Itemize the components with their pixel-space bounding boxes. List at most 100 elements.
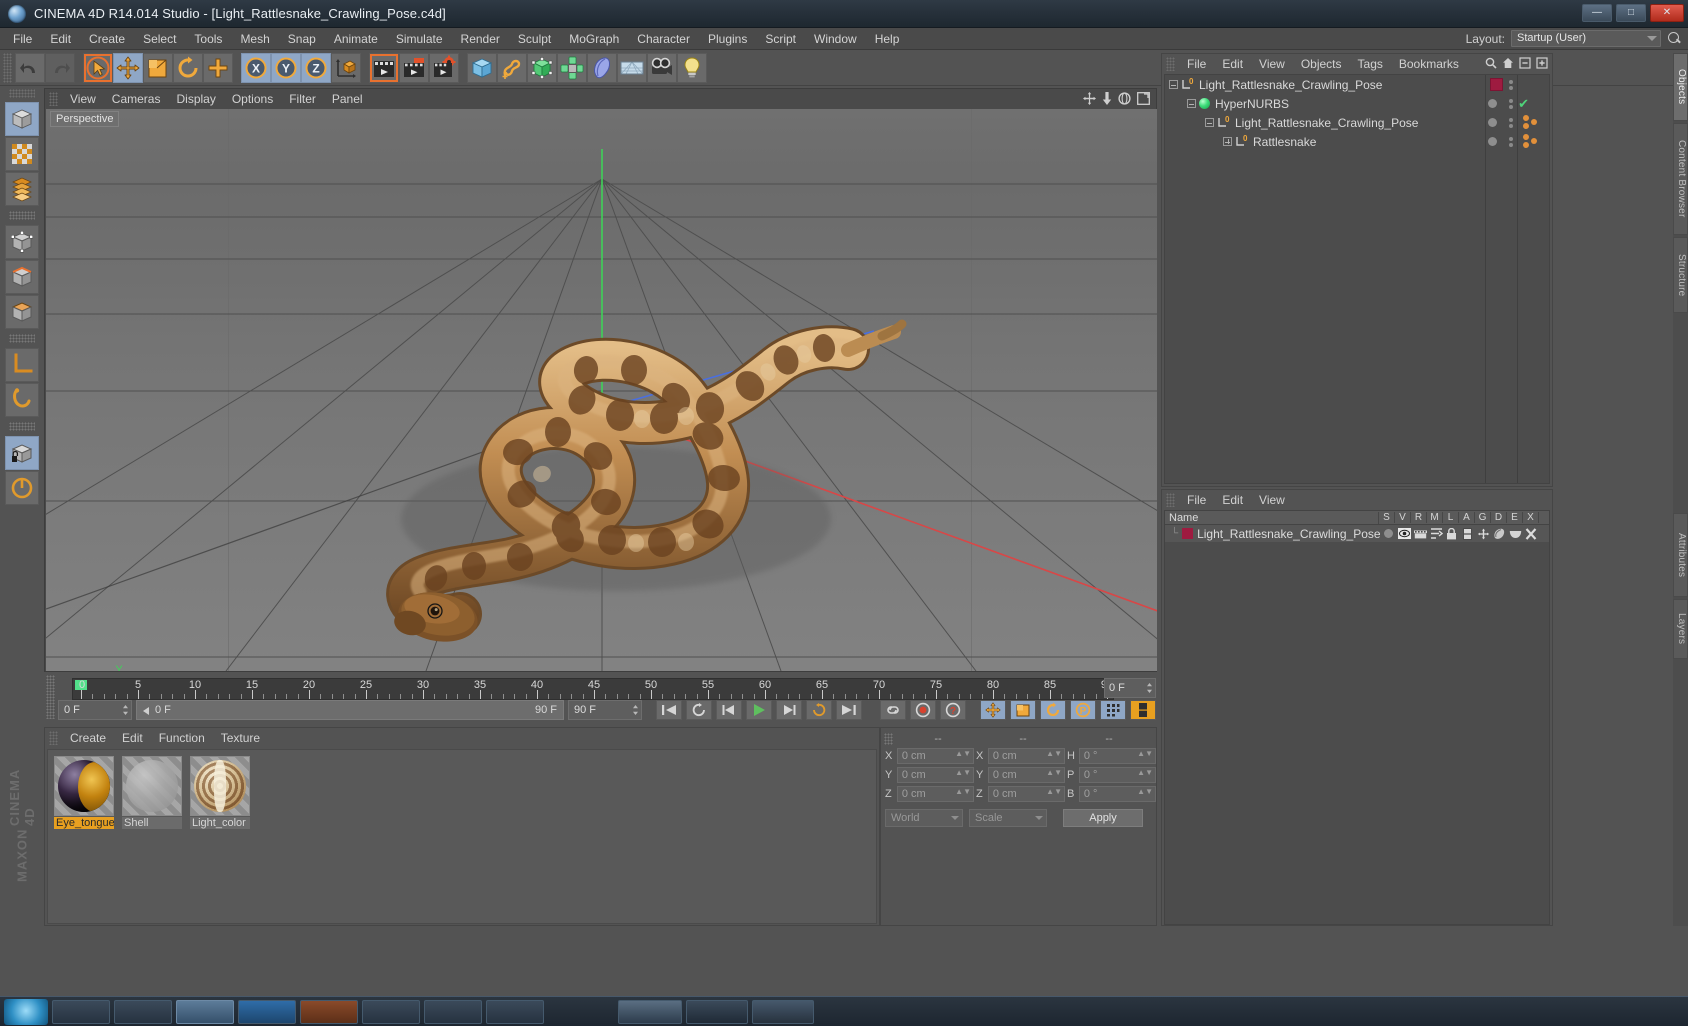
viewport-menu-filter[interactable]: Filter: [281, 90, 324, 108]
layer-header-s[interactable]: S: [1379, 512, 1395, 523]
move-tool-button[interactable]: [113, 52, 143, 83]
enable-dot-icon[interactable]: [1488, 99, 1497, 108]
viewport-menu-cameras[interactable]: Cameras: [104, 90, 169, 108]
layer-menu-file[interactable]: File: [1179, 491, 1214, 509]
undo-button[interactable]: [15, 52, 45, 83]
material-name[interactable]: Shell: [122, 817, 182, 829]
layer-cell-render[interactable]: [1412, 528, 1428, 539]
object-manager-grip[interactable]: [1166, 57, 1175, 71]
redo-button[interactable]: [45, 52, 75, 83]
cube-primitive-button[interactable]: [467, 52, 497, 83]
layer-header-e[interactable]: E: [1507, 512, 1523, 523]
menu-script[interactable]: Script: [756, 29, 805, 49]
material-panel-grip[interactable]: [49, 731, 58, 745]
taskbar-item[interactable]: [362, 999, 420, 1024]
spinner-icon[interactable]: ▲▼: [1137, 769, 1153, 777]
layer-cell-animation[interactable]: [1460, 527, 1476, 540]
live-selection-button[interactable]: [83, 52, 113, 83]
layer-cell-lock[interactable]: [1444, 527, 1460, 540]
collapse-toggle-icon[interactable]: [1187, 99, 1196, 108]
key-parameter-button[interactable]: P: [1070, 700, 1096, 720]
material-thumbnail[interactable]: [54, 756, 114, 816]
lock-axis-button[interactable]: [5, 436, 39, 470]
material-tag-icons[interactable]: [1521, 114, 1543, 131]
range-handle-icon[interactable]: [143, 707, 149, 715]
menu-snap[interactable]: Snap: [279, 29, 325, 49]
layer-header-l[interactable]: L: [1443, 512, 1459, 523]
left-palette-grip[interactable]: [9, 89, 35, 98]
layer-cell-expression[interactable]: [1507, 529, 1523, 539]
deformer-button[interactable]: [587, 52, 617, 83]
taskbar-item[interactable]: [424, 999, 482, 1024]
enable-dot-icon[interactable]: [1488, 137, 1497, 146]
visibility-dots-icon[interactable]: [1509, 118, 1513, 128]
material-menu-create[interactable]: Create: [62, 729, 114, 747]
material-item[interactable]: Shell: [122, 756, 184, 829]
hypernurbs-button[interactable]: [527, 52, 557, 83]
taskbar-item[interactable]: [238, 999, 296, 1024]
layer-header-a[interactable]: A: [1459, 512, 1475, 523]
scale-tool-button[interactable]: [143, 52, 173, 83]
material-thumbnail[interactable]: [122, 756, 182, 816]
menu-character[interactable]: Character: [628, 29, 699, 49]
x-axis-button[interactable]: X: [241, 52, 271, 83]
material-menu-function[interactable]: Function: [151, 729, 213, 747]
viewport-menu-view[interactable]: View: [62, 90, 104, 108]
layer-manager-grip[interactable]: [1166, 493, 1175, 507]
home-icon[interactable]: [1502, 57, 1514, 69]
toolbar-grip[interactable]: [3, 52, 12, 83]
position-x-field[interactable]: 0 cm ▲▼: [896, 748, 974, 764]
loop-button[interactable]: [686, 700, 712, 720]
material-name[interactable]: Light_color: [190, 817, 250, 829]
array-button[interactable]: [557, 52, 587, 83]
menu-create[interactable]: Create: [80, 29, 134, 49]
snap-button[interactable]: [5, 383, 39, 417]
start-frame-field[interactable]: 0 F: [58, 700, 132, 720]
material-menu-edit[interactable]: Edit: [114, 729, 151, 747]
spinner-icon[interactable]: ▲▼: [1046, 750, 1062, 758]
material-name[interactable]: Eye_tongue: [54, 817, 114, 829]
modeling-axis-button[interactable]: [203, 52, 233, 83]
viewport-grip[interactable]: [49, 92, 58, 106]
start-button-icon[interactable]: [4, 998, 48, 1025]
menu-help[interactable]: Help: [866, 29, 909, 49]
menu-plugins[interactable]: Plugins: [699, 29, 756, 49]
object-tree[interactable]: 0 Light_Rattlesnake_Crawling_Pose HyperN…: [1164, 74, 1550, 484]
layer-header-v[interactable]: V: [1395, 512, 1411, 523]
menu-file[interactable]: File: [4, 29, 41, 49]
layer-menu-edit[interactable]: Edit: [1214, 491, 1251, 509]
object-name[interactable]: Rattlesnake: [1253, 135, 1316, 149]
key-scale-button[interactable]: [1010, 700, 1036, 720]
spinner-icon[interactable]: ▲▼: [1046, 788, 1062, 796]
object-row[interactable]: 0 Rattlesnake: [1165, 132, 1549, 151]
spinner-icon[interactable]: ▲▼: [1137, 750, 1153, 758]
layer-cell-deformer[interactable]: [1492, 528, 1508, 540]
camera-button[interactable]: [647, 52, 677, 83]
layer-header-m[interactable]: M: [1427, 512, 1443, 523]
menu-mograph[interactable]: MoGraph: [560, 29, 628, 49]
go-to-start-button[interactable]: [656, 700, 682, 720]
autokeying-button[interactable]: ?: [940, 700, 966, 720]
object-menu-tags[interactable]: Tags: [1350, 55, 1391, 73]
menu-tools[interactable]: Tools: [185, 29, 231, 49]
coordinate-mode-dropdown[interactable]: Scale: [969, 809, 1047, 827]
tab-layers[interactable]: Layers: [1673, 599, 1688, 659]
render-view-button[interactable]: [369, 52, 399, 83]
menu-select[interactable]: Select: [134, 29, 185, 49]
collapse-toggle-icon[interactable]: [1169, 80, 1178, 89]
menu-window[interactable]: Window: [805, 29, 866, 49]
spinner-icon[interactable]: ▲▼: [955, 788, 971, 796]
layer-header-g[interactable]: G: [1475, 512, 1491, 523]
key-pla-button[interactable]: [1100, 700, 1126, 720]
viewport-menu-display[interactable]: Display: [168, 90, 223, 108]
y-axis-button[interactable]: Y: [271, 52, 301, 83]
object-name[interactable]: Light_Rattlesnake_Crawling_Pose: [1235, 116, 1418, 130]
size-x-field[interactable]: 0 cm ▲▼: [987, 748, 1065, 764]
workplane-button[interactable]: [5, 348, 39, 382]
tab-objects[interactable]: Objects: [1673, 53, 1688, 121]
layer-header-d[interactable]: D: [1491, 512, 1507, 523]
spinner-icon[interactable]: ▲▼: [955, 769, 971, 777]
rotation-h-field[interactable]: 0 ° ▲▼: [1078, 748, 1156, 764]
record-button[interactable]: [910, 700, 936, 720]
layer-row[interactable]: └ Light_Rattlesnake_Crawling_Pose: [1165, 525, 1549, 542]
